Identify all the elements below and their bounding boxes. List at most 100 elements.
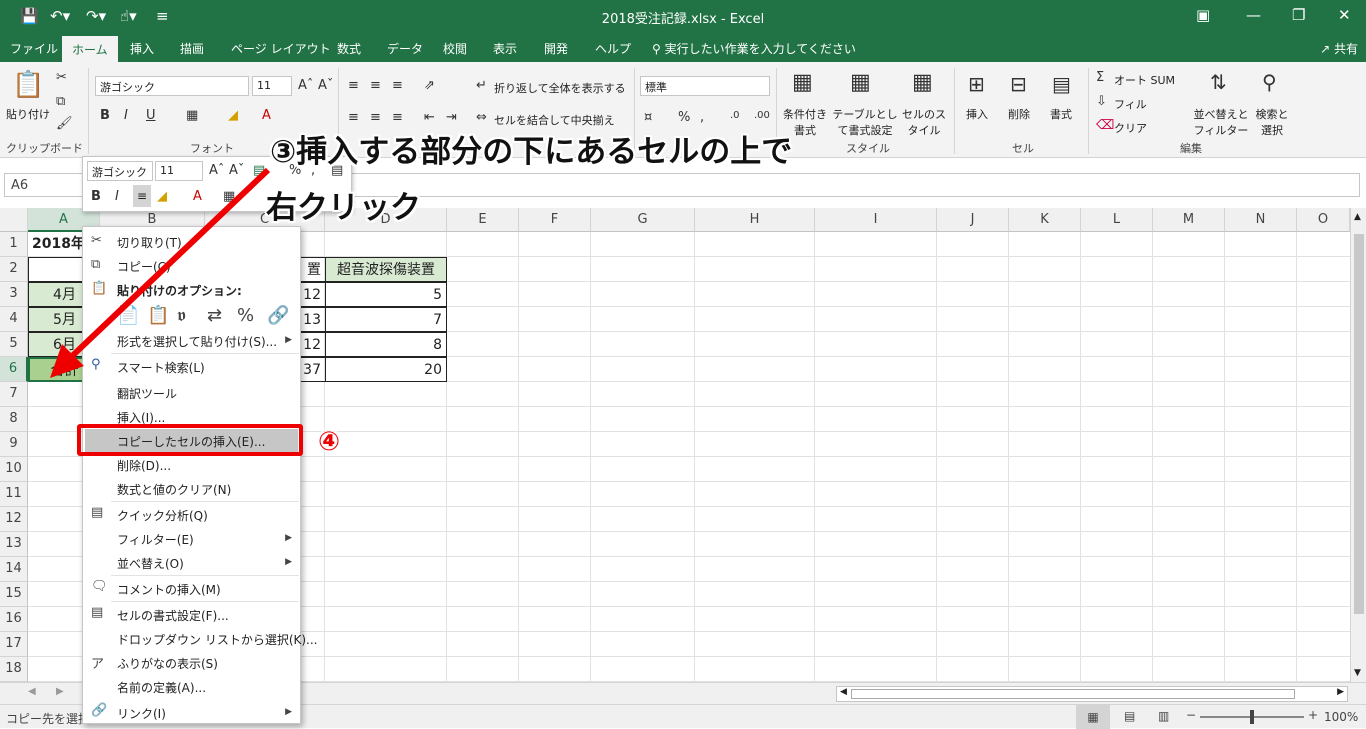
name-box[interactable]: A6 <box>4 173 84 197</box>
menu-format-cells[interactable]: セルの書式設定(F)... <box>117 607 229 624</box>
mini-fill-color-icon[interactable]: ◢ <box>157 189 167 204</box>
underline-icon[interactable]: U <box>146 108 156 123</box>
menu-clear-contents[interactable]: 数式と値のクリア(N) <box>117 481 231 498</box>
row-header[interactable]: 8 <box>0 407 28 432</box>
row-header[interactable]: 13 <box>0 532 28 557</box>
mini-size-select[interactable]: 11 <box>155 161 203 181</box>
decrease-decimal-icon[interactable]: .00 <box>754 110 770 121</box>
increase-decimal-icon[interactable]: .0 <box>730 110 740 121</box>
align-top-icon[interactable]: ≡ <box>348 78 359 93</box>
menu-sort[interactable]: 並べ替え(O) <box>117 555 184 572</box>
cell-d2[interactable]: 超音波探傷装置 <box>325 257 447 282</box>
format-cells-button[interactable]: 書式 <box>1050 106 1072 122</box>
select-all-corner[interactable] <box>0 208 28 232</box>
fill-button[interactable]: フィル <box>1114 96 1147 112</box>
close-icon[interactable]: ✕ <box>1338 6 1351 24</box>
zoom-slider-thumb[interactable] <box>1250 710 1254 724</box>
mini-number-format-icon[interactable]: ▤ <box>253 163 265 178</box>
row-header[interactable]: 1 <box>0 232 28 257</box>
row-header[interactable]: 7 <box>0 382 28 407</box>
column-header[interactable]: F <box>519 208 591 232</box>
menu-define-name[interactable]: 名前の定義(A)... <box>117 679 206 696</box>
tab-review[interactable]: 校閲 <box>443 40 467 57</box>
align-middle-icon[interactable]: ≡ <box>370 78 381 93</box>
tab-developer[interactable]: 開発 <box>544 40 568 57</box>
view-normal-icon[interactable]: ▦ <box>1076 705 1110 729</box>
column-header[interactable]: E <box>447 208 519 232</box>
formula-input[interactable] <box>300 173 1360 197</box>
mini-border-icon[interactable]: ▦ <box>223 189 235 204</box>
scroll-right-icon[interactable]: ▶ <box>1337 687 1344 697</box>
percent-icon[interactable]: % <box>678 110 690 125</box>
sheet-next-icon[interactable]: ▶ <box>56 686 64 697</box>
menu-pick-from-list[interactable]: ドロップダウン リストから選択(K)... <box>117 631 318 648</box>
scroll-up-icon[interactable]: ▲ <box>1354 212 1361 222</box>
mini-center-icon[interactable]: ≡ <box>133 185 151 207</box>
scroll-left-icon[interactable]: ◀ <box>840 687 847 697</box>
tab-draw[interactable]: 描画 <box>180 40 204 57</box>
mini-font-select[interactable]: 游ゴシック <box>87 161 153 181</box>
menu-quick-analysis[interactable]: クイック分析(Q) <box>117 507 208 524</box>
grow-font-icon[interactable]: Aˆ <box>298 78 313 93</box>
column-header[interactable]: I <box>815 208 937 232</box>
minimize-icon[interactable]: — <box>1246 6 1261 24</box>
menu-show-phonetic[interactable]: ふりがなの表示(S) <box>117 655 218 672</box>
horizontal-scrollbar[interactable]: ◀ ▶ <box>836 686 1348 702</box>
clear-button[interactable]: クリア <box>1114 120 1147 136</box>
tab-data[interactable]: データ <box>387 40 423 57</box>
column-header[interactable]: K <box>1009 208 1081 232</box>
find-select-button[interactable]: 検索と選択 <box>1252 106 1292 138</box>
fill-color-icon[interactable]: ◢ <box>228 108 238 123</box>
format-table-button[interactable]: テーブルとして書式設定 <box>830 106 900 138</box>
border-icon[interactable]: ▦ <box>186 108 198 123</box>
italic-icon[interactable]: I <box>124 108 128 123</box>
view-page-layout-icon[interactable]: ▤ <box>1124 709 1135 723</box>
font-size-select[interactable]: 11 <box>252 76 292 96</box>
menu-copy[interactable]: コピー(C) <box>117 258 171 275</box>
number-format-select[interactable]: 標準 <box>640 76 770 96</box>
menu-filter[interactable]: フィルター(E) <box>117 531 194 548</box>
zoom-in-icon[interactable]: + <box>1308 708 1318 722</box>
menu-translate[interactable]: 翻訳ツール <box>117 385 177 402</box>
paste-link-icon[interactable]: 🔗 <box>267 305 289 326</box>
delete-cells-button[interactable]: 削除 <box>1008 106 1030 122</box>
autosum-button[interactable]: オート SUM <box>1114 72 1175 88</box>
column-header[interactable]: M <box>1153 208 1225 232</box>
cut-icon[interactable]: ✂ <box>56 70 67 85</box>
row-header[interactable]: 10 <box>0 457 28 482</box>
increase-indent-icon[interactable]: ⇥ <box>446 110 457 125</box>
restore-icon[interactable]: ❐ <box>1292 6 1305 24</box>
mini-font-color-icon[interactable]: A <box>193 189 202 204</box>
format-painter-icon[interactable]: 🖌 <box>56 116 73 131</box>
column-header[interactable]: J <box>937 208 1009 232</box>
share-button[interactable]: ↗ 共有 <box>1320 40 1358 57</box>
paste-icon[interactable]: 📄 <box>117 305 139 326</box>
h-scroll-thumb[interactable] <box>851 689 1295 699</box>
paste-button[interactable]: 貼り付け <box>6 106 50 122</box>
tab-insert[interactable]: 挿入 <box>130 40 154 57</box>
zoom-out-icon[interactable]: − <box>1186 708 1196 722</box>
row-header[interactable]: 15 <box>0 582 28 607</box>
row-header[interactable]: 4 <box>0 307 28 332</box>
row-header[interactable]: 17 <box>0 632 28 657</box>
sheet-prev-icon[interactable]: ◀ <box>28 686 36 697</box>
row-header[interactable]: 14 <box>0 557 28 582</box>
view-page-break-icon[interactable]: ▥ <box>1158 709 1169 723</box>
row-header[interactable]: 18 <box>0 657 28 682</box>
cell-d6[interactable]: 20 <box>325 357 447 382</box>
row-header[interactable]: 11 <box>0 482 28 507</box>
column-header[interactable]: O <box>1297 208 1350 232</box>
row-header[interactable]: 2 <box>0 257 28 282</box>
row-header[interactable]: 6 <box>0 357 28 382</box>
sort-filter-button[interactable]: 並べ替えとフィルター <box>1192 106 1250 138</box>
align-center-icon[interactable]: ≡ <box>370 110 381 125</box>
column-header[interactable]: N <box>1225 208 1297 232</box>
cell-style-button[interactable]: セルのスタイル <box>900 106 948 138</box>
row-header[interactable]: 12 <box>0 507 28 532</box>
menu-cut[interactable]: 切り取り(T) <box>117 234 182 251</box>
accounting-format-icon[interactable]: ¤ <box>644 110 652 125</box>
shrink-font-icon[interactable]: Aˇ <box>318 78 333 93</box>
tab-home[interactable]: ホーム <box>62 36 118 62</box>
tab-page-layout[interactable]: ページ レイアウト <box>231 40 331 57</box>
column-header[interactable]: L <box>1081 208 1153 232</box>
